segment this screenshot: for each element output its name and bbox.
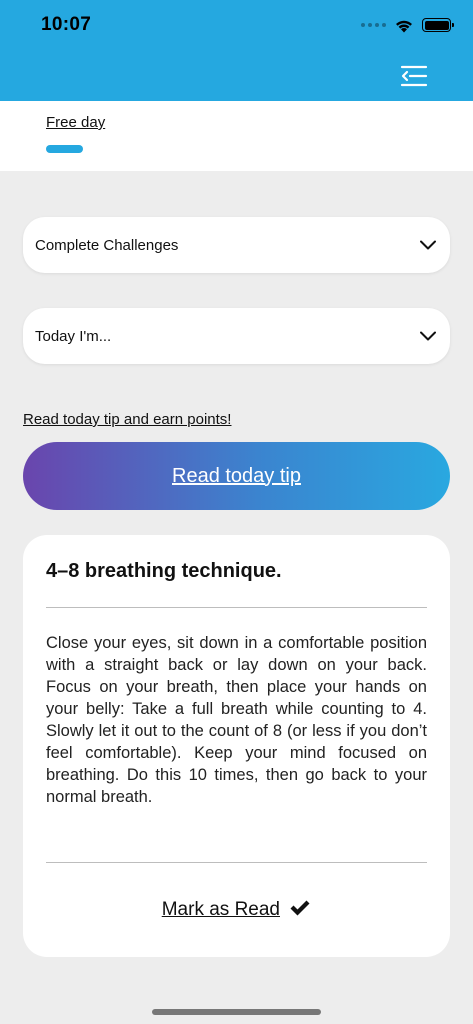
tab-active-indicator [46, 145, 83, 153]
battery-icon [422, 18, 454, 32]
dropdown-label: Complete Challenges [35, 236, 179, 254]
mark-as-read-label: Mark as Read [161, 899, 280, 920]
tip-body: Close your eyes, sit down in a comfortab… [46, 634, 427, 806]
menu-button[interactable] [400, 64, 428, 88]
tip-title: 4–8 breathing technique. [46, 560, 282, 582]
menu-collapse-icon [400, 65, 428, 87]
divider [46, 607, 427, 608]
read-today-tip-label: Read today tip [172, 464, 301, 487]
wifi-icon [396, 20, 412, 32]
tab-free-day[interactable]: Free day [46, 114, 105, 131]
tip-card: 4–8 breathing technique. Close your eyes… [23, 535, 450, 957]
status-icons [361, 16, 454, 34]
status-time: 10:07 [41, 14, 92, 35]
app-header: 10:07 [0, 0, 473, 101]
chevron-down-icon [420, 240, 436, 250]
divider [46, 862, 427, 863]
dropdown-label: Today I'm... [35, 327, 112, 345]
chevron-down-icon [420, 331, 436, 341]
complete-challenges-dropdown[interactable]: Complete Challenges [23, 217, 450, 273]
home-indicator [152, 1009, 321, 1015]
signal-icon [361, 23, 386, 27]
mark-as-read-button[interactable]: Mark as Read [23, 899, 450, 921]
day-tabs-bar [0, 101, 473, 171]
read-today-tip-button[interactable]: Read today tip [23, 442, 450, 510]
earn-points-link[interactable]: Read today tip and earn points! [23, 411, 231, 428]
today-im-dropdown[interactable]: Today I'm... [23, 308, 450, 364]
checkmark-icon [290, 900, 310, 916]
